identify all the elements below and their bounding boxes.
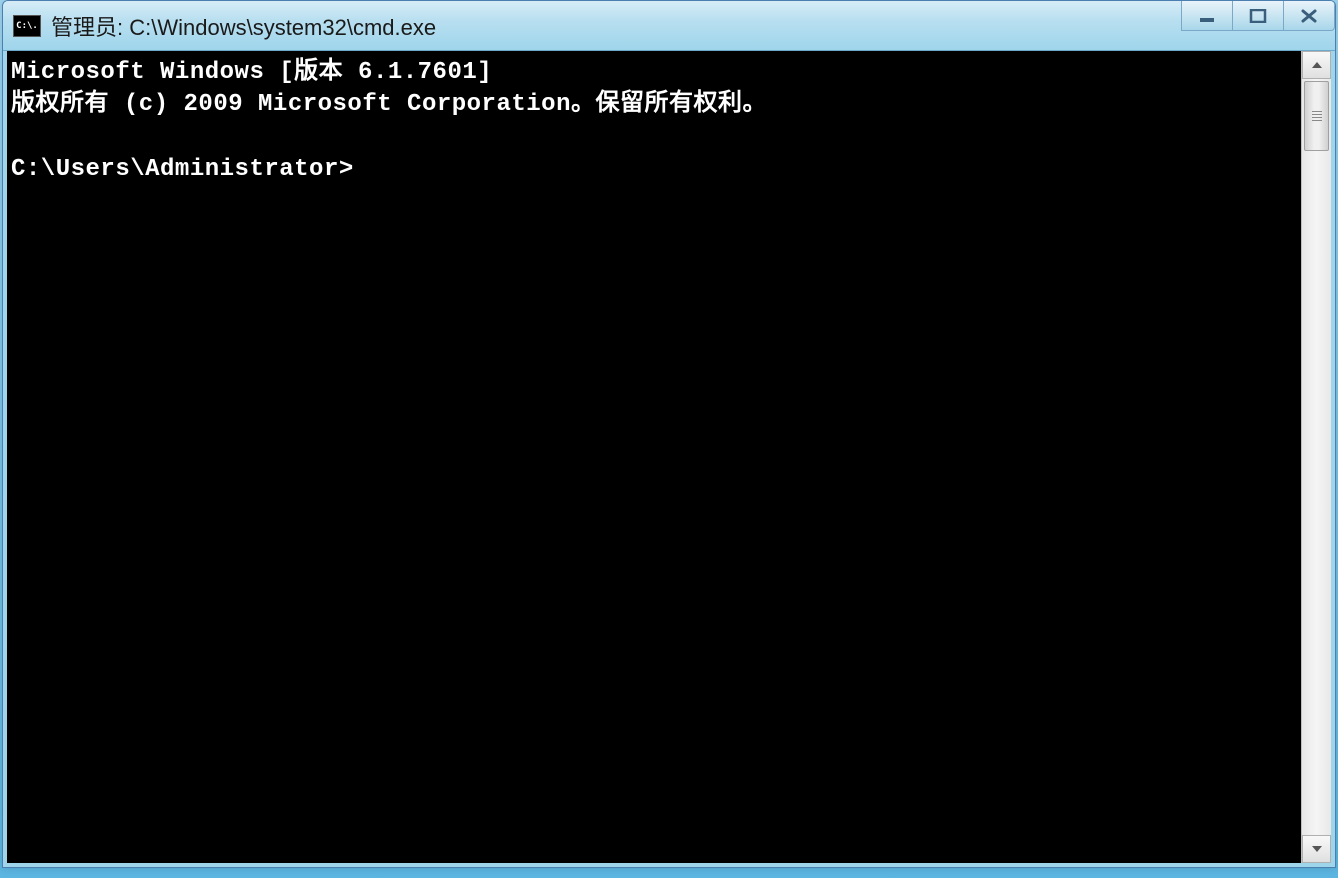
chevron-down-icon [1311, 844, 1323, 854]
app-icon-text: C:\. [16, 21, 38, 31]
maximize-icon [1249, 9, 1267, 23]
app-icon: C:\. [13, 15, 41, 37]
scroll-thumb[interactable] [1304, 81, 1329, 151]
maximize-button[interactable] [1232, 1, 1284, 31]
window-title: 管理员: C:\Windows\system32\cmd.exe [51, 10, 436, 42]
console-output[interactable]: Microsoft Windows [版本 6.1.7601] 版权所有 (c)… [7, 51, 1301, 863]
close-icon [1300, 9, 1318, 23]
cmd-window: C:\. 管理员: C:\Windows\system32\cmd.exe Mi… [2, 0, 1336, 868]
chevron-up-icon [1311, 60, 1323, 70]
console-prompt: C:\Users\Administrator> [11, 156, 354, 183]
scroll-down-button[interactable] [1302, 835, 1331, 863]
minimize-button[interactable] [1181, 1, 1233, 31]
minimize-icon [1198, 9, 1216, 23]
console-line-version: Microsoft Windows [版本 6.1.7601] [11, 59, 492, 86]
console-line-copyright: 版权所有 (c) 2009 Microsoft Corporation。保留所有… [11, 91, 767, 118]
window-controls [1182, 1, 1335, 31]
client-area: Microsoft Windows [版本 6.1.7601] 版权所有 (c)… [3, 51, 1335, 867]
close-button[interactable] [1283, 1, 1335, 31]
scroll-up-button[interactable] [1302, 51, 1331, 79]
titlebar[interactable]: C:\. 管理员: C:\Windows\system32\cmd.exe [3, 1, 1335, 51]
vertical-scrollbar[interactable] [1301, 51, 1331, 863]
scroll-track[interactable] [1302, 79, 1331, 835]
